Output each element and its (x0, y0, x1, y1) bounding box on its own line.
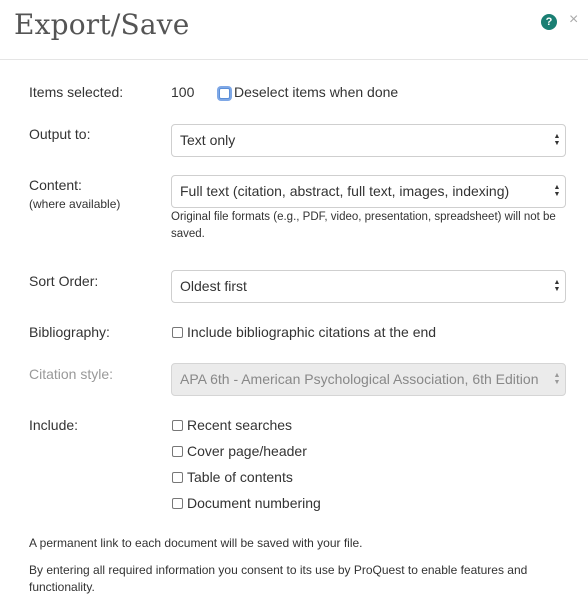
content-label: Content: (29, 177, 82, 193)
bibliography-label: Bibliography: (29, 324, 110, 340)
citation-style-value: APA 6th - American Psychological Associa… (180, 371, 539, 387)
document-numbering-checkbox[interactable] (172, 498, 183, 509)
select-arrows-icon: ▲ ▼ (553, 372, 561, 386)
recent-searches-label[interactable]: Recent searches (187, 417, 292, 433)
citation-style-label: Citation style: (29, 366, 114, 382)
help-icon[interactable]: ? (541, 14, 557, 30)
items-selected-count: 100 (171, 84, 195, 100)
sort-order-select[interactable]: Oldest first ▲ ▼ (171, 270, 566, 303)
output-to-select[interactable]: Text only ▲ ▼ (171, 124, 566, 157)
select-arrows-icon: ▲ ▼ (553, 184, 561, 198)
table-of-contents-checkbox[interactable] (172, 472, 183, 483)
document-numbering-label[interactable]: Document numbering (187, 495, 321, 511)
dialog-title: Export/Save (14, 8, 190, 41)
deselect-items-checkbox[interactable] (219, 88, 230, 99)
select-arrows-icon: ▲ ▼ (553, 279, 561, 293)
output-to-label: Output to: (29, 126, 91, 142)
content-note: Original file formats (e.g., PDF, video,… (171, 211, 556, 240)
cover-page-label[interactable]: Cover page/header (187, 443, 307, 459)
sort-order-value: Oldest first (180, 278, 247, 294)
content-value: Full text (citation, abstract, full text… (180, 183, 510, 199)
content-select[interactable]: Full text (citation, abstract, full text… (171, 175, 566, 208)
select-arrows-icon: ▲ ▼ (553, 133, 561, 147)
items-selected-label: Items selected: (29, 84, 124, 100)
content-sublabel: (where available) (29, 197, 121, 211)
bibliography-checkbox[interactable] (172, 327, 183, 338)
include-label: Include: (29, 417, 79, 433)
table-of-contents-label[interactable]: Table of contents (187, 469, 293, 485)
output-to-value: Text only (180, 132, 236, 148)
deselect-items-label[interactable]: Deselect items when done (234, 84, 398, 100)
close-icon[interactable]: × (569, 11, 578, 29)
recent-searches-checkbox[interactable] (172, 420, 183, 431)
consent-note: By entering all required information you… (29, 563, 528, 594)
cover-page-checkbox[interactable] (172, 446, 183, 457)
sort-order-label: Sort Order: (29, 273, 99, 289)
permalink-note: A permanent link to each document will b… (29, 536, 363, 550)
dialog-header: Export/Save ? × (0, 0, 588, 60)
bibliography-checkbox-label[interactable]: Include bibliographic citations at the e… (187, 324, 436, 340)
citation-style-select: APA 6th - American Psychological Associa… (171, 363, 566, 396)
